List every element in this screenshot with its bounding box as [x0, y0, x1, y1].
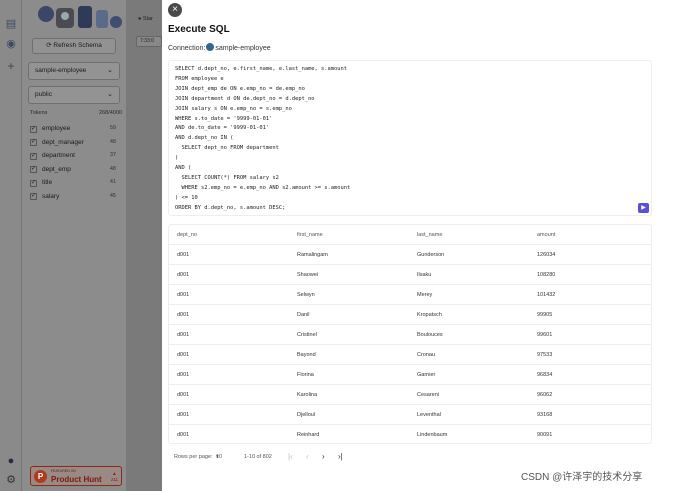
next-page-icon[interactable]: › — [322, 448, 325, 466]
sql-line: SELECT d.dept_no, e.first_name, e.last_n… — [175, 66, 348, 72]
table-item-dept-emp[interactable]: ✓ dept_emp 48 — [30, 163, 122, 177]
table-item-dept-manager[interactable]: ✓ dept_manager 48 — [30, 136, 122, 150]
sql-line: JOIN department d ON de.dept_no = d.dept… — [175, 95, 315, 102]
last-page-icon[interactable]: ›| — [338, 448, 343, 466]
first-page-icon[interactable]: |‹ — [288, 448, 293, 466]
table-row: d001 Florina Garnier 96834 — [169, 365, 651, 385]
prev-page-icon[interactable]: ‹ — [306, 448, 309, 466]
sql-editor[interactable]: SELECT d.dept_no, e.first_name, e.last_n… — [168, 60, 652, 216]
sql-line: SELECT dept_no FROM department — [175, 145, 279, 152]
table-item-department[interactable]: ✓ department 37 — [30, 149, 122, 163]
app-logo — [38, 6, 122, 28]
postgres-icon[interactable]: ◉ — [5, 38, 17, 50]
table-item-salary[interactable]: ✓ salary 45 — [30, 190, 122, 204]
tokens-header: Tokens 268/4000 — [30, 110, 122, 116]
play-icon: ▶ — [641, 205, 646, 211]
sql-line: WHERE s.to_date = '9999-01-01' — [175, 115, 273, 122]
connection-info: Connection: sample-employee — [168, 43, 271, 52]
producthunt-badge[interactable]: P FEATURED ON Product Hunt ▲ 211 — [30, 466, 122, 486]
schema-panel: ⟳ Refresh Schema sample-employee ⌄ publi… — [22, 0, 126, 491]
checkbox[interactable]: ✓ — [30, 166, 37, 173]
checkbox[interactable]: ✓ — [30, 193, 37, 200]
upvote-icon: ▲ — [112, 471, 117, 476]
table-list: ✓ employee 59 ✓ dept_manager 48 ✓ department 3… — [30, 122, 122, 203]
table-item-title[interactable]: ✓ title 41 — [30, 176, 122, 190]
checkbox[interactable]: ✓ — [30, 139, 37, 146]
sql-line: JOIN salary s ON e.emp_no = s.emp_no — [175, 105, 292, 112]
run-query-button[interactable]: ▶ — [638, 203, 649, 213]
github-icon[interactable]: ● — [5, 455, 17, 467]
refresh-schema-button[interactable]: ⟳ Refresh Schema — [32, 38, 116, 54]
checkbox[interactable]: ✓ — [30, 125, 37, 133]
sql-line: ) <= 10 — [175, 194, 198, 201]
page-range: 1-10 of 802 — [244, 454, 272, 460]
chevron-down-icon: ⌄ — [107, 67, 113, 74]
checkbox[interactable]: ✓ — [30, 152, 37, 160]
checkbox[interactable]: ✓ — [30, 179, 37, 187]
upvote-count: ▲ 211 — [110, 471, 118, 482]
table-header-row: dept_no first_name last_name amount — [169, 225, 651, 245]
sql-line: AND d.dept_no IN ( — [175, 135, 234, 142]
sql-line: ORDER BY d.dept_no, s.amount DESC; — [175, 204, 286, 211]
version-pill: 7:33:0 — [136, 36, 162, 47]
column-header[interactable]: amount — [537, 225, 555, 245]
chevron-down-icon: ⌄ — [107, 91, 113, 98]
table-row: d001 Shaowei Ilsaku 108280 — [169, 265, 651, 285]
table-item-employee[interactable]: ✓ employee 59 — [30, 122, 122, 136]
pagination: Rows per page: 10 ▾ 1-10 of 802 |‹ ‹ › ›… — [168, 448, 652, 466]
sql-line: WHERE s2.emp_no = e.emp_no AND s2.amount… — [175, 184, 351, 191]
results-table: dept_no first_name last_name amount d001… — [168, 224, 652, 444]
sql-line: ) — [175, 155, 179, 162]
watermark: CSDN @许泽宇的技术分享 — [521, 472, 643, 483]
schema-select[interactable]: public ⌄ — [28, 86, 120, 104]
chevron-down-icon: ▾ — [216, 454, 219, 460]
sql-line: JOIN dept_emp de ON e.emp_no = de.emp_no — [175, 85, 305, 92]
table-row: d001 Selwyn Merey 101432 — [169, 285, 651, 305]
table-row: d001 Karolina Cesareni 96062 — [169, 385, 651, 405]
table-row: d001 Djelloul Leventhal 93168 — [169, 405, 651, 425]
sql-line: AND ( — [175, 165, 192, 172]
add-icon[interactable]: + — [5, 60, 17, 72]
execute-sql-modal: Execute SQL Connection: sample-employee S… — [162, 0, 680, 491]
database-select[interactable]: sample-employee ⌄ — [28, 62, 120, 80]
column-header[interactable]: dept_no — [177, 225, 197, 245]
column-header[interactable]: last_name — [417, 225, 442, 245]
table-row: d001 Cristinel Boulouces 99601 — [169, 325, 651, 345]
sql-line: SELECT COUNT(*) FROM salary s2 — [175, 174, 279, 181]
postgres-icon — [206, 43, 215, 51]
rows-per-page-label: Rows per page: — [174, 454, 213, 460]
middle-panel: ● Star 7:33:0 — [126, 0, 166, 491]
sql-line: FROM employee e — [175, 75, 224, 82]
table-row: d001 Ramalingam Gunderson 126034 — [169, 245, 651, 265]
producthunt-icon: P — [34, 470, 47, 483]
close-icon[interactable]: × — [168, 3, 182, 17]
github-icon: ● — [138, 16, 142, 22]
refresh-icon: ⟳ — [46, 42, 52, 49]
sql-line: AND de.to_date = '9999-01-01' — [175, 125, 270, 132]
table-row: d001 Bayond Cronau 97533 — [169, 345, 651, 365]
gear-icon[interactable]: ⚙ — [5, 474, 17, 486]
github-star-button[interactable]: ● Star — [138, 16, 153, 22]
column-header[interactable]: first_name — [297, 225, 323, 245]
table-row: d001 Danil Kropatsch 99905 — [169, 305, 651, 325]
table-row: d001 Reinhard Lindenbaum 90091 — [177, 432, 553, 438]
modal-title: Execute SQL — [168, 24, 230, 35]
icon-rail: ▤ ◉ + ● ⚙ — [0, 0, 22, 491]
database-icon[interactable]: ▤ — [5, 18, 17, 30]
